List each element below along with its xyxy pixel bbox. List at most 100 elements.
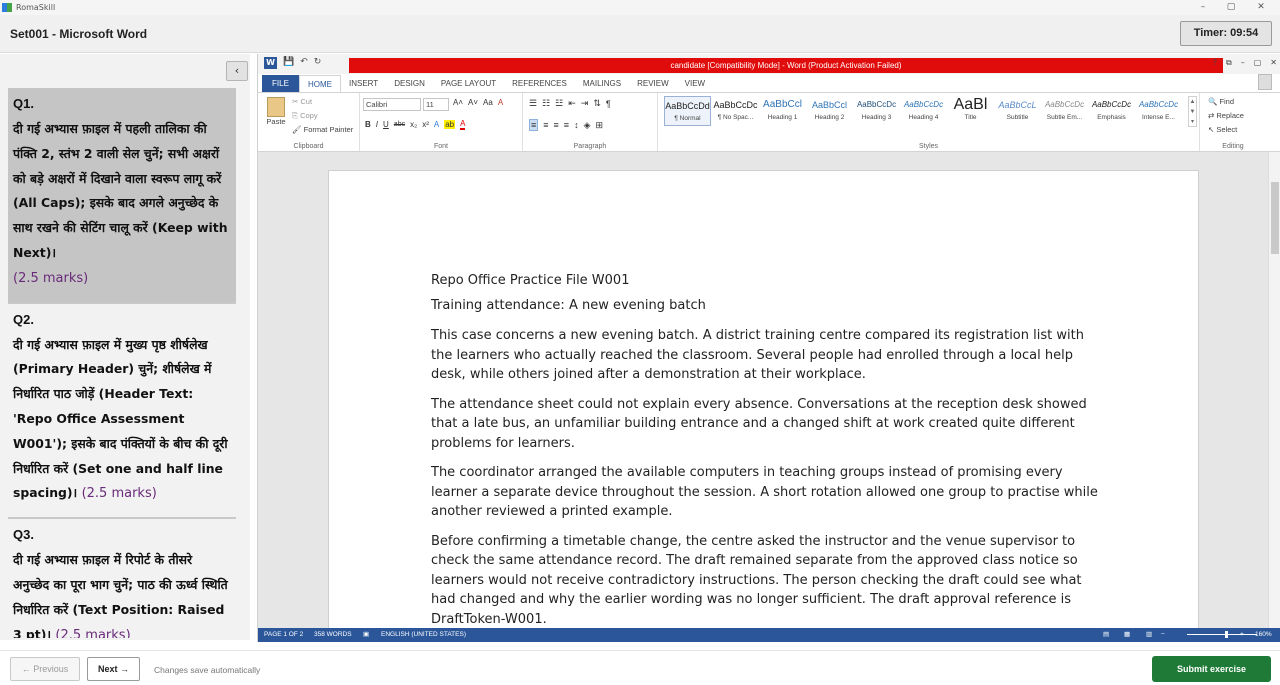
- doc-paragraph-5[interactable]: The coordinator arranged the available c…: [431, 463, 1101, 522]
- read-mode-icon[interactable]: ▤: [1103, 628, 1109, 642]
- ribbon-display-button[interactable]: ⧉: [1226, 58, 1232, 68]
- status-page[interactable]: PAGE 1 OF 2: [264, 628, 303, 642]
- increase-indent-icon[interactable]: ⇥: [581, 98, 589, 109]
- document-area[interactable]: Repo Office Practice File W001 Training …: [258, 152, 1269, 628]
- text-effects-button[interactable]: A: [434, 120, 439, 129]
- os-minimize-button[interactable]: –: [1190, 0, 1216, 15]
- tab-home[interactable]: HOME: [299, 75, 341, 92]
- font-name-box[interactable]: Calibri: [363, 98, 421, 111]
- tab-insert[interactable]: INSERT: [341, 75, 386, 92]
- format-painter-button[interactable]: 🖌 Format Painter: [292, 125, 353, 134]
- scrollbar-thumb[interactable]: [1271, 182, 1279, 254]
- style-heading-1[interactable]: AaBbCcl Heading 1: [759, 96, 806, 126]
- style-heading-3[interactable]: AaBbCcDc Heading 3: [853, 96, 900, 126]
- numbering-icon[interactable]: ☷: [542, 98, 550, 109]
- document-body[interactable]: Repo Office Practice File W001 Training …: [431, 271, 1101, 628]
- tab-references[interactable]: REFERENCES: [504, 75, 575, 92]
- tab-view[interactable]: VIEW: [677, 75, 713, 92]
- undo-icon[interactable]: ↶: [300, 57, 308, 69]
- style-normal[interactable]: AaBbCcDd ¶ Normal: [664, 96, 711, 126]
- clear-formatting-button[interactable]: A: [498, 98, 503, 107]
- style-subtle-emphasis[interactable]: AaBbCcDc Subtle Em...: [1041, 96, 1088, 126]
- style-intense-emphasis[interactable]: AaBbCcDc Intense E...: [1135, 96, 1182, 126]
- shrink-font-button[interactable]: A˅: [468, 98, 478, 107]
- vertical-scrollbar[interactable]: [1268, 152, 1280, 628]
- underline-button[interactable]: U: [383, 120, 389, 129]
- question-list[interactable]: Q1. दी गई अभ्यास फ़ाइल में पहली तालिका क…: [8, 88, 236, 638]
- doc-paragraph-2[interactable]: Training attendance: A new evening batch: [431, 296, 1101, 316]
- account-avatar[interactable]: [1258, 74, 1272, 90]
- zoom-slider[interactable]: [1187, 631, 1257, 638]
- word-maximize-button[interactable]: ▢: [1254, 58, 1262, 68]
- zoom-out-button[interactable]: −: [1161, 628, 1165, 642]
- replace-button[interactable]: ⇄ Replace: [1208, 111, 1244, 120]
- superscript-button[interactable]: x²: [422, 120, 429, 129]
- font-size-box[interactable]: 11: [423, 98, 449, 111]
- style-title[interactable]: AaBl Title: [947, 96, 994, 126]
- help-button[interactable]: ?: [1213, 58, 1217, 68]
- style-heading-2[interactable]: AaBbCcl Heading 2: [806, 96, 853, 126]
- change-case-button[interactable]: Aa: [483, 98, 493, 107]
- style-subtitle[interactable]: AaBbCcL Subtitle: [994, 96, 1041, 126]
- tab-file[interactable]: FILE: [262, 75, 299, 92]
- submit-exercise-button[interactable]: Submit exercise: [1152, 656, 1271, 682]
- justify-icon[interactable]: ≡: [564, 120, 569, 130]
- align-right-icon[interactable]: ≡: [554, 120, 559, 130]
- tab-mailings[interactable]: MAILINGS: [575, 75, 629, 92]
- strikethrough-button[interactable]: abc: [394, 121, 405, 128]
- line-spacing-icon[interactable]: ↕: [574, 120, 579, 130]
- status-words[interactable]: 358 WORDS: [314, 628, 352, 642]
- font-color-button[interactable]: A: [460, 119, 466, 130]
- bullets-icon[interactable]: ☰: [529, 98, 537, 109]
- sort-icon[interactable]: ⇅: [593, 98, 601, 109]
- grow-font-button[interactable]: A˄: [453, 98, 463, 107]
- tab-review[interactable]: REVIEW: [629, 75, 677, 92]
- paste-button[interactable]: Paste: [264, 97, 288, 126]
- doc-paragraph-4[interactable]: The attendance sheet could not explain e…: [431, 395, 1101, 454]
- find-button[interactable]: 🔍 Find: [1208, 97, 1234, 106]
- doc-paragraph-3[interactable]: This case concerns a new evening batch. …: [431, 326, 1101, 385]
- word-minimize-button[interactable]: –: [1241, 58, 1245, 68]
- multilevel-list-icon[interactable]: ☳: [555, 98, 563, 109]
- style-no-spacing[interactable]: AaBbCcDc ¶ No Spac...: [712, 96, 759, 126]
- italic-button[interactable]: I: [376, 120, 378, 129]
- question-item-3[interactable]: Q3. दी गई अभ्यास फ़ाइल में रिपोर्ट के ती…: [8, 519, 236, 638]
- style-heading-4[interactable]: AaBbCcDc Heading 4: [900, 96, 947, 126]
- os-close-button[interactable]: ✕: [1248, 0, 1274, 15]
- save-icon[interactable]: 💾: [283, 57, 294, 69]
- styles-scroll[interactable]: ▲ ▼ ▾: [1188, 96, 1197, 127]
- subscript-button[interactable]: x₂: [410, 120, 417, 129]
- borders-icon[interactable]: ⊞: [595, 120, 603, 131]
- tab-page-layout[interactable]: PAGE LAYOUT: [433, 75, 504, 92]
- zoom-level[interactable]: 160%: [1255, 628, 1272, 642]
- status-language[interactable]: ENGLISH (UNITED STATES): [381, 628, 466, 642]
- question-item-1[interactable]: Q1. दी गई अभ्यास फ़ाइल में पहली तालिका क…: [8, 88, 236, 304]
- align-center-icon[interactable]: ≡: [543, 120, 548, 130]
- highlight-button[interactable]: ab: [444, 120, 456, 129]
- question-item-2[interactable]: Q2. दी गई अभ्यास फ़ाइल में मुख्य पृष्ठ श…: [8, 304, 236, 520]
- web-layout-icon[interactable]: ▥: [1146, 628, 1152, 642]
- doc-paragraph-1[interactable]: Repo Office Practice File W001: [431, 271, 1101, 291]
- bold-button[interactable]: B: [365, 120, 371, 129]
- zoom-slider-thumb[interactable]: [1225, 631, 1228, 638]
- proofing-icon[interactable]: ▣: [363, 628, 369, 642]
- shading-icon[interactable]: ◈: [584, 120, 591, 131]
- doc-paragraph-6[interactable]: Before confirming a timetable change, th…: [431, 532, 1101, 629]
- print-layout-icon[interactable]: ▦: [1124, 628, 1130, 642]
- copy-button[interactable]: ⎘ Copy: [292, 111, 318, 121]
- zoom-in-button[interactable]: +: [1240, 628, 1244, 642]
- decrease-indent-icon[interactable]: ⇤: [568, 98, 576, 109]
- word-close-button[interactable]: ✕: [1270, 58, 1277, 68]
- align-left-icon[interactable]: ≡: [529, 119, 539, 131]
- document-page[interactable]: Repo Office Practice File W001 Training …: [328, 170, 1199, 628]
- next-button[interactable]: Next →: [87, 657, 140, 681]
- select-button[interactable]: ↖ Select: [1208, 125, 1237, 134]
- tab-design[interactable]: DESIGN: [386, 75, 433, 92]
- show-formatting-icon[interactable]: ¶: [606, 99, 611, 109]
- previous-button[interactable]: ← Previous: [10, 657, 80, 681]
- cut-button[interactable]: ✂ Cut: [292, 97, 312, 106]
- redo-icon[interactable]: ↻: [314, 57, 322, 69]
- os-maximize-button[interactable]: ▢: [1218, 0, 1244, 15]
- style-emphasis[interactable]: AaBbCcDc Emphasis: [1088, 96, 1135, 126]
- collapse-panel-button[interactable]: ‹: [226, 61, 248, 81]
